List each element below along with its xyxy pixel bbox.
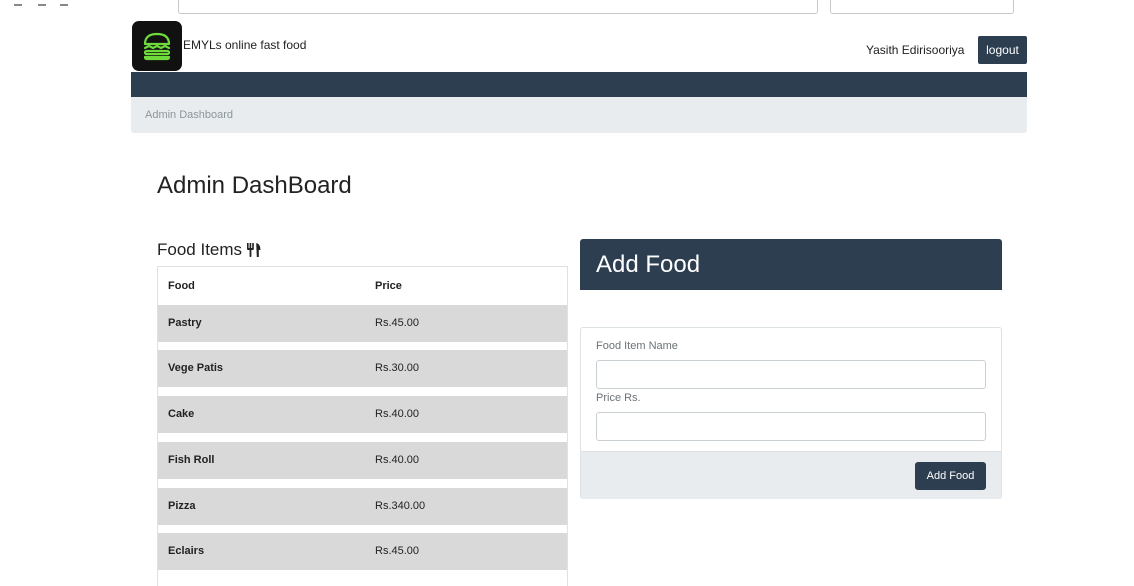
food-name-cell: Cake	[168, 408, 195, 420]
form-footer: Add Food	[581, 451, 1001, 499]
food-price-cell: Rs.340.00	[375, 500, 426, 512]
add-food-form: Food Item Name Price Rs. Add Food	[580, 327, 1002, 499]
browser-chrome	[0, 0, 1134, 16]
browser-control	[38, 4, 46, 6]
table-row[interactable]: Cake Rs.40.00	[158, 396, 567, 433]
food-price-cell: Rs.40.00	[375, 454, 420, 466]
add-food-title: Add Food	[596, 251, 701, 278]
logout-button[interactable]: logout	[978, 36, 1027, 64]
page-title: Admin DashBoard	[157, 172, 352, 199]
address-bar[interactable]	[178, 0, 818, 14]
food-name-cell: Pizza	[168, 500, 196, 512]
table-row[interactable]: Pizza Rs.340.00	[158, 488, 567, 525]
browser-control	[60, 4, 68, 6]
table-row[interactable]: Pastry Rs.45.00	[158, 305, 567, 342]
table-row[interactable]: Fish Roll Rs.40.00	[158, 442, 567, 479]
food-price-cell: Rs.45.00	[375, 317, 420, 329]
food-price-cell: Rs.30.00	[375, 362, 420, 374]
table-row[interactable]: Eclairs Rs.45.00	[158, 533, 567, 570]
food-name-input[interactable]	[596, 360, 986, 389]
utensils-icon	[247, 243, 261, 257]
food-price-cell: Rs.40.00	[375, 408, 420, 420]
breadcrumb-bar: Admin Dashboard	[131, 97, 1027, 133]
food-items-table: Food Price Pastry Rs.45.00 Vege Patis Rs…	[157, 266, 568, 586]
add-food-button[interactable]: Add Food	[915, 462, 986, 490]
table-row[interactable]: Vege Patis Rs.30.00	[158, 350, 567, 387]
food-name-label: Food Item Name	[596, 340, 678, 352]
navigation-bar	[131, 72, 1027, 97]
table-header: Food Price	[158, 267, 567, 305]
column-header-price: Price	[375, 280, 402, 292]
food-name-cell: Vege Patis	[168, 362, 224, 374]
brand-name[interactable]: EMYLs online fast food	[183, 38, 306, 52]
site-header: EMYLs online fast food Yasith Edirisoori…	[131, 20, 1027, 72]
user-name: Yasith Edirisooriya	[866, 43, 965, 57]
breadcrumb: Admin Dashboard	[145, 109, 234, 121]
browser-search-bar[interactable]	[830, 0, 1014, 14]
food-name-cell: Pastry	[168, 317, 202, 329]
column-header-food: Food	[168, 280, 195, 292]
add-food-panel-header: Add Food	[580, 239, 1002, 290]
food-name-cell: Fish Roll	[168, 454, 215, 466]
food-items-heading: Food Items	[157, 240, 262, 260]
browser-control	[14, 4, 22, 6]
price-input[interactable]	[596, 412, 986, 441]
burger-logo-icon[interactable]	[132, 21, 182, 71]
food-price-cell: Rs.45.00	[375, 545, 420, 557]
price-label: Price Rs.	[596, 392, 641, 404]
food-name-cell: Eclairs	[168, 545, 205, 557]
food-items-title: Food Items	[157, 240, 243, 259]
